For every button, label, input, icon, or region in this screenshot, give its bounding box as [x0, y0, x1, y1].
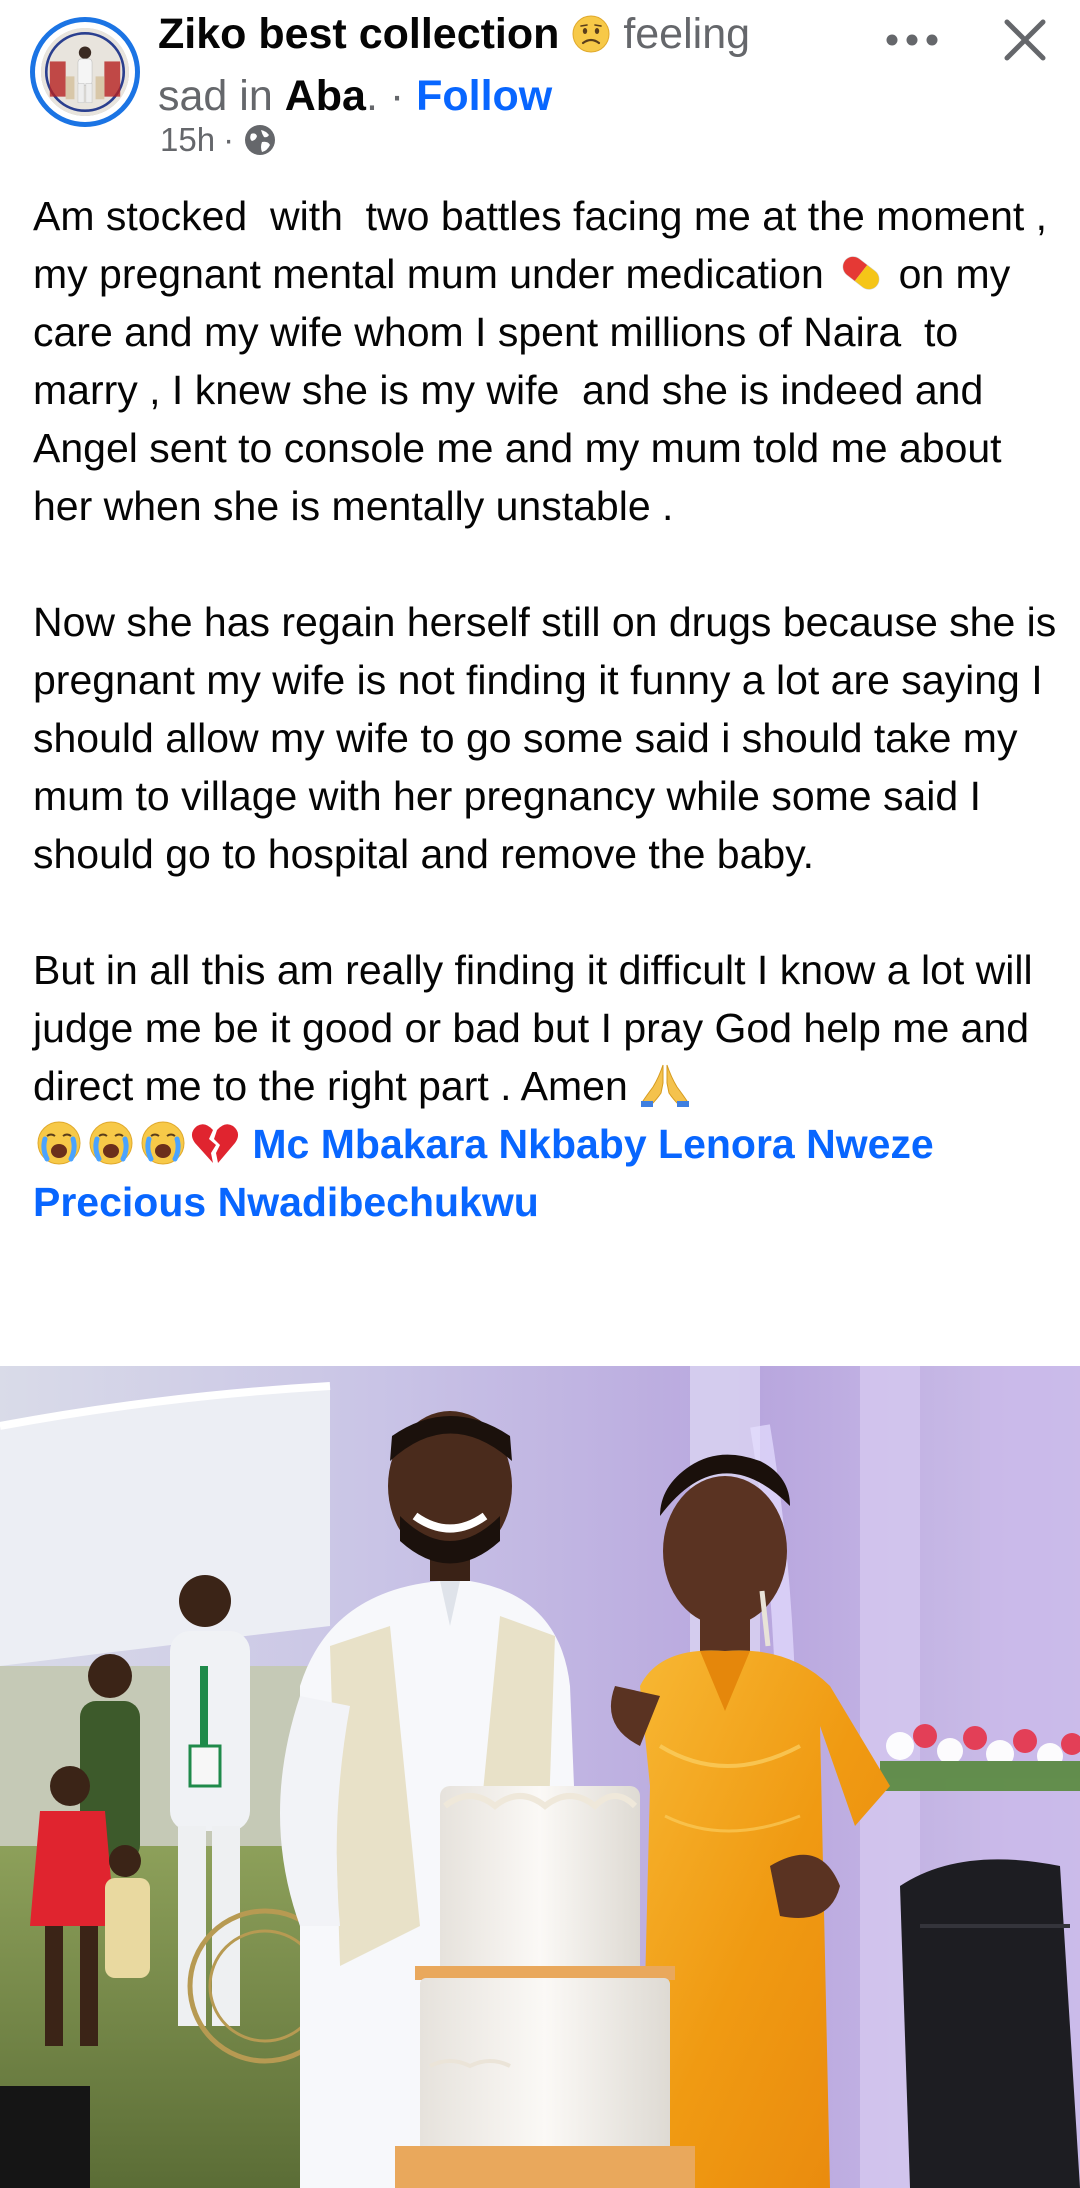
header-title-block: Ziko best collection feeling sad in Aba.… [158, 6, 858, 124]
post-timestamp[interactable]: 15h [160, 120, 215, 160]
sad-face-emoji-icon [571, 12, 611, 68]
praying-hands-emoji-icon [639, 1061, 691, 1109]
more-options-button[interactable] [876, 12, 948, 68]
broken-heart-emoji-icon [189, 1119, 241, 1167]
post-paragraph-1: Am stocked with two battles facing me at… [33, 187, 1058, 535]
location-link[interactable]: Aba [285, 72, 366, 120]
post-text: Am stocked with two battles facing me at… [33, 187, 1058, 1231]
page-avatar[interactable] [30, 17, 140, 127]
meta-separator: · [223, 121, 235, 158]
crying-face-emoji-icon [85, 1119, 137, 1167]
location-suffix: . [365, 72, 378, 120]
post-header: Ziko best collection feeling sad in Aba.… [0, 0, 1080, 175]
feeling-text: sad in [158, 72, 273, 120]
tag-link-mc-mbakara[interactable]: Mc Mbakara [252, 1121, 487, 1167]
post-meta: 15h · [160, 120, 278, 160]
paragraph-3-text: But in all this am really finding it dif… [33, 947, 1045, 1109]
crying-face-emoji-icon [137, 1119, 189, 1167]
avatar-image [41, 28, 129, 116]
globe-icon[interactable] [242, 122, 278, 158]
post-photo[interactable] [0, 1366, 1080, 2188]
header-separator: · [377, 72, 417, 120]
post-paragraph-3: But in all this am really finding it dif… [33, 941, 1058, 1231]
crying-face-emoji-icon [33, 1119, 85, 1167]
close-button[interactable] [990, 8, 1060, 72]
pill-emoji-icon [835, 249, 887, 297]
follow-button[interactable]: Follow [416, 72, 552, 120]
wedding-photo-illustration [0, 1366, 1080, 2188]
close-icon [1004, 19, 1046, 61]
tag-link-precious-nwadibechukwu[interactable]: Precious Nwadibechukwu [33, 1179, 539, 1225]
feeling-prefix: feeling [623, 10, 751, 58]
more-dots-icon [886, 34, 938, 46]
tag-link-nkbaby-lenora-nweze[interactable]: Nkbaby Lenora Nweze [499, 1121, 934, 1167]
page-name-link[interactable]: Ziko best collection [158, 10, 559, 58]
post-paragraph-2: Now she has regain herself still on drug… [33, 599, 1068, 877]
